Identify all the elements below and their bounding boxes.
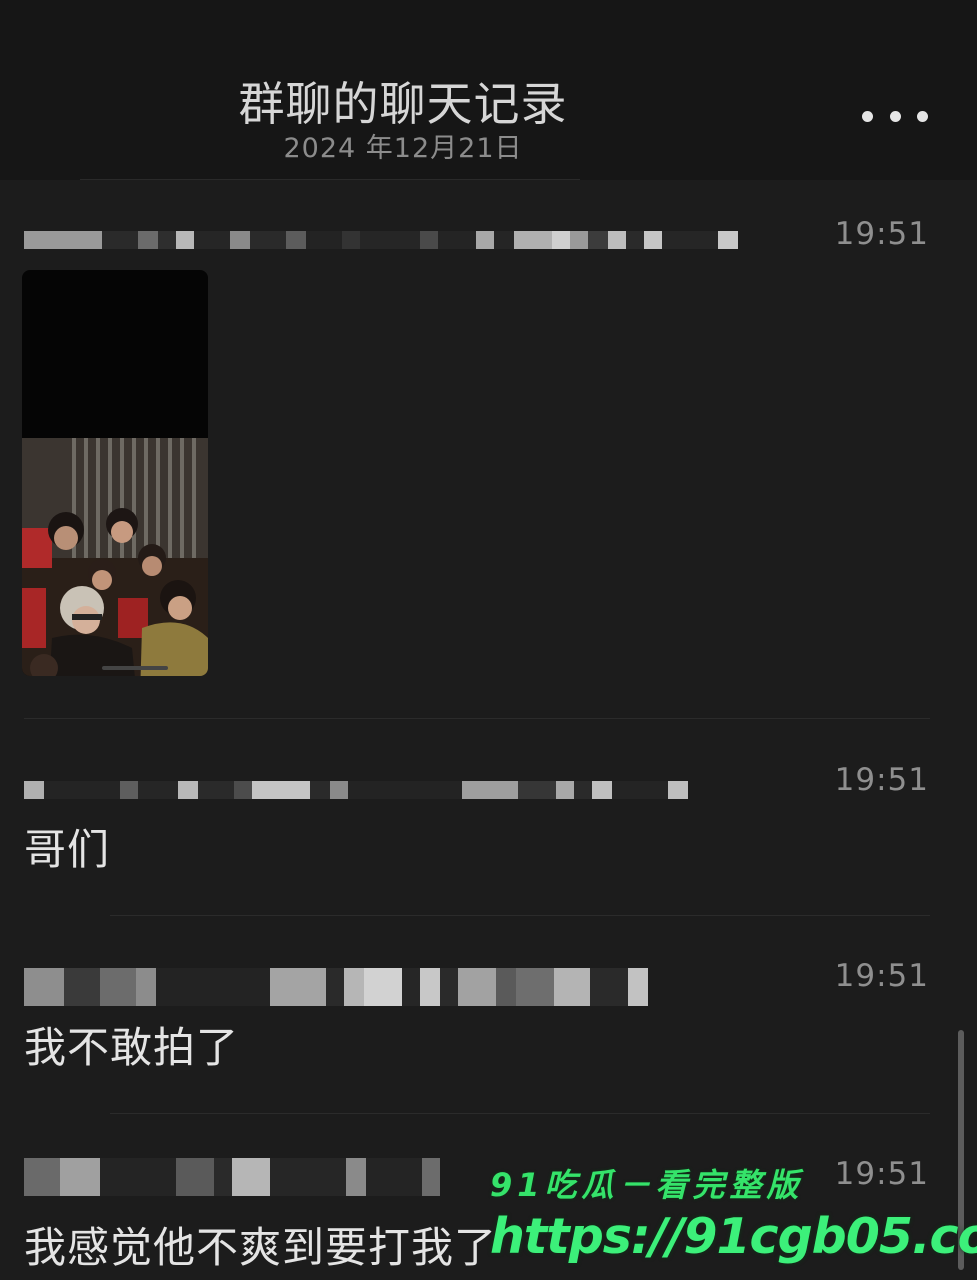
thumbnail-bar bbox=[102, 666, 168, 670]
sender-name-mosaic bbox=[24, 968, 648, 1006]
message-text: 我感觉他不爽到要打我了 bbox=[24, 1223, 498, 1272]
chat-message: 19:51 哥们 bbox=[0, 720, 977, 916]
sender-name-mosaic bbox=[24, 781, 688, 799]
message-text: 我不敢拍了 bbox=[24, 1023, 240, 1072]
sender-name-mosaic bbox=[24, 1158, 440, 1196]
watermark-text: 91吃瓜－看完整版 bbox=[490, 1166, 804, 1204]
chat-message: 19:51 我不敢拍了 bbox=[0, 916, 977, 1114]
sender-name-mosaic bbox=[24, 231, 738, 249]
chat-record-screen: 群聊的聊天记录 2024 年12月21日 19:51 19:51 哥们 19:5… bbox=[0, 0, 977, 1280]
chat-message: 19:51 bbox=[0, 0, 977, 720]
message-divider bbox=[24, 718, 930, 719]
message-time: 19:51 bbox=[834, 216, 929, 252]
watermark-overlay[interactable]: 91吃瓜－看完整版 https://91cgb05.com bbox=[490, 1160, 977, 1265]
message-time: 19:51 bbox=[834, 958, 929, 994]
video-thumbnail[interactable] bbox=[22, 270, 208, 676]
message-text: 哥们 bbox=[24, 825, 111, 874]
cinema-audience-photo bbox=[22, 438, 208, 676]
message-time: 19:51 bbox=[834, 762, 929, 798]
watermark-url[interactable]: https://91cgb05.com bbox=[490, 1208, 977, 1265]
